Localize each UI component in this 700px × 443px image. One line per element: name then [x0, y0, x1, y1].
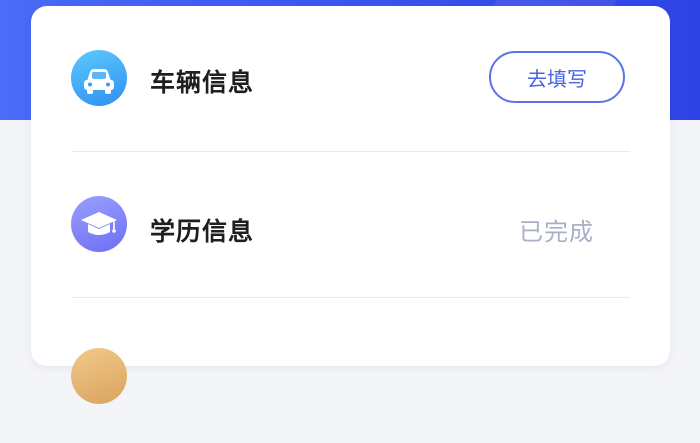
completed-status: 已完成: [519, 218, 594, 246]
education-info-label: 学历信息: [150, 217, 255, 246]
badge-icon: [71, 348, 127, 404]
vehicle-info-label: 车辆信息: [150, 68, 255, 97]
graduation-cap-icon: [71, 196, 127, 252]
info-card: 车辆信息 去填写 学历信息 已完成: [31, 6, 670, 404]
list-item-vehicle-info[interactable]: 车辆信息 去填写: [31, 6, 670, 151]
list-item-education-info[interactable]: 学历信息 已完成: [31, 152, 670, 297]
fill-in-button[interactable]: 去填写: [489, 51, 625, 103]
list-item-partial[interactable]: [31, 298, 670, 443]
car-icon: [71, 50, 127, 106]
